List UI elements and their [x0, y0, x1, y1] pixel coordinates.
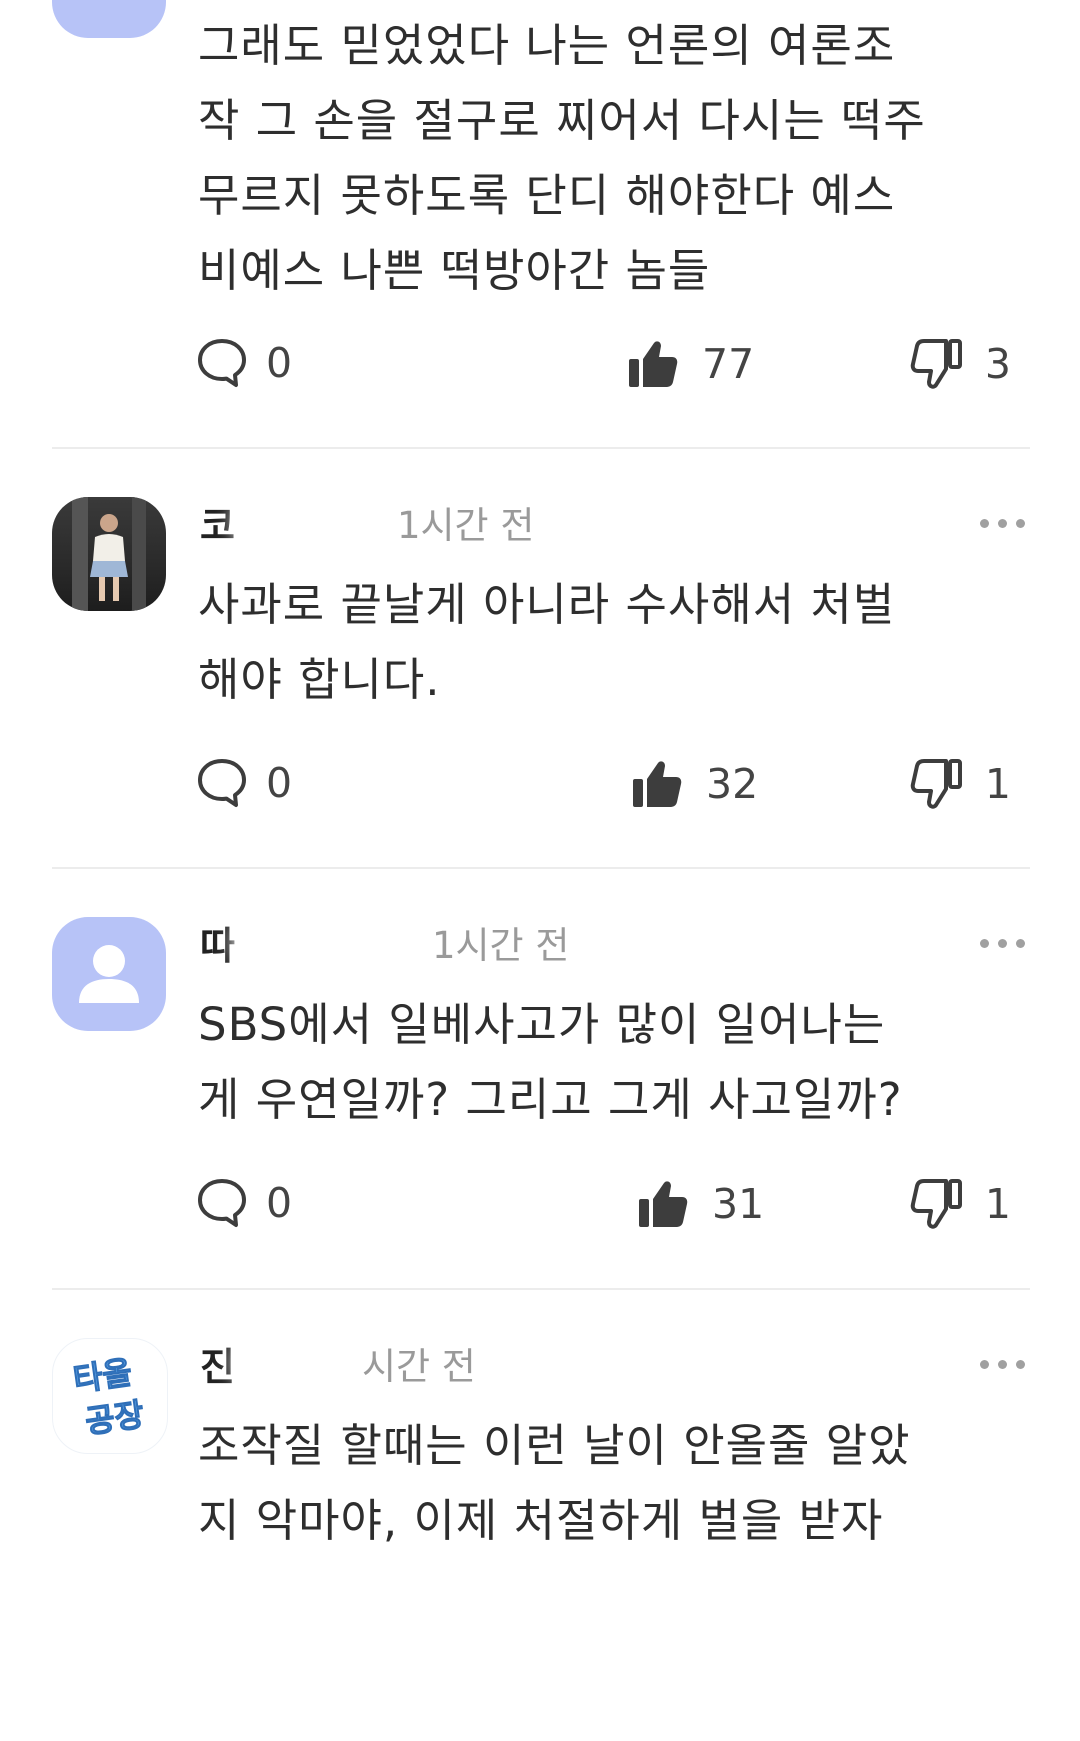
like-count: 31: [712, 1180, 765, 1228]
redaction-blur: [242, 499, 383, 545]
author-row: 코 1시간 전: [200, 495, 535, 550]
comment-text: 조작질 할때는 이런 날이 안올줄 알았 지 악마야, 이제 처절하게 벌을 받…: [198, 1419, 911, 1547]
thumbs-down-icon: [910, 339, 962, 389]
speech-bubble-icon: [198, 1179, 246, 1227]
dislike-count: 3: [984, 340, 1011, 388]
reply-button[interactable]: 0: [196, 1177, 292, 1229]
reply-count: 0: [266, 759, 293, 807]
author-row: 진 시간 전: [200, 1336, 476, 1391]
thumbs-up-icon: [629, 341, 678, 387]
comment-text: SBS에서 일베사고가 많이 일어나는 게 우연일까? 그리고 그게 사고일까?: [198, 998, 903, 1126]
divider: [52, 447, 1030, 449]
divider: [52, 867, 1030, 869]
logo-text-line2: 공장: [83, 1395, 147, 1441]
author-name[interactable]: 진: [200, 1336, 235, 1391]
more-options-button[interactable]: [980, 1360, 1025, 1369]
comment-actions: 0 31 1: [196, 1177, 1011, 1237]
author-name[interactable]: 코: [200, 495, 235, 550]
timestamp: 시간 전: [361, 1345, 476, 1388]
thumbs-down-icon: [910, 1179, 962, 1229]
logo-image: 타올 공장: [70, 1353, 147, 1442]
avatar[interactable]: [52, 497, 166, 611]
comment-text: 그래도 믿었었다 나는 언론의 여론조 작 그 손을 절구로 찌어서 다시는 떡…: [198, 19, 926, 297]
thumbs-down-icon: [910, 759, 962, 809]
dislike-count: 1: [984, 1180, 1011, 1228]
dislike-button[interactable]: 3: [909, 337, 1011, 391]
comment-text: 사과로 끝날게 아니라 수사해서 처벌 해야 합니다.: [198, 578, 896, 706]
reply-button[interactable]: 0: [196, 337, 292, 389]
dislike-button[interactable]: 1: [909, 757, 1011, 811]
reply-count: 0: [266, 339, 293, 387]
author-row: 따 1시간 전: [200, 915, 570, 970]
redaction-blur: [242, 1340, 348, 1386]
thumbs-up-icon: [633, 761, 682, 807]
speech-bubble-icon: [198, 339, 246, 387]
comment-actions: 0 32 1: [196, 757, 1011, 817]
avatar[interactable]: [52, 917, 166, 1031]
more-options-button[interactable]: [980, 519, 1025, 528]
thumbs-up-icon: [639, 1181, 688, 1227]
timestamp: 1시간 전: [431, 924, 570, 967]
like-button[interactable]: 32: [630, 757, 758, 811]
default-user-icon: [79, 945, 139, 1003]
avatar[interactable]: 타올 공장: [52, 1338, 168, 1454]
redaction-blur: [242, 919, 418, 965]
like-count: 77: [702, 340, 755, 388]
author-name[interactable]: 따: [200, 915, 235, 970]
logo-text-line1: 타올: [71, 1353, 135, 1399]
timestamp: 1시간 전: [396, 504, 535, 547]
comment-actions: 0 77 3: [196, 337, 1011, 397]
dislike-button[interactable]: 1: [909, 1177, 1011, 1231]
reply-button[interactable]: 0: [196, 757, 292, 809]
speech-bubble-icon: [198, 759, 246, 807]
like-count: 32: [706, 760, 759, 808]
avatar[interactable]: [52, 0, 166, 38]
profile-photo-icon: [72, 497, 146, 611]
divider: [52, 1288, 1030, 1290]
more-options-button[interactable]: [980, 939, 1025, 948]
reply-count: 0: [266, 1179, 293, 1227]
like-button[interactable]: 31: [636, 1177, 764, 1231]
like-button[interactable]: 77: [626, 337, 754, 391]
dislike-count: 1: [984, 760, 1011, 808]
